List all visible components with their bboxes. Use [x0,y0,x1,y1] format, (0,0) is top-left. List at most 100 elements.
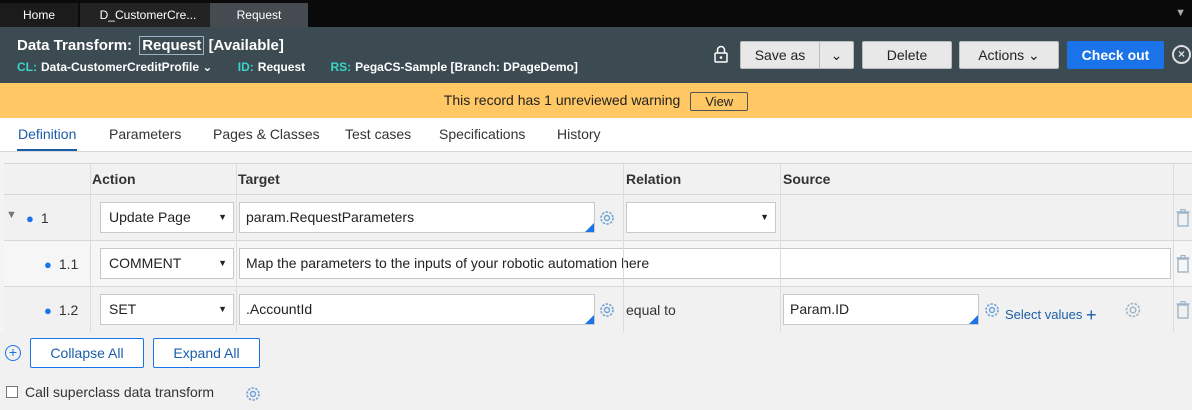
delete-row-icon[interactable] [1176,301,1190,319]
select-values-text: Select values [1005,307,1083,322]
dropdown-arrow-icon: ▼ [218,258,227,268]
target-input-value: param.RequestParameters [246,209,415,225]
bullet-icon: ● [26,211,34,226]
call-superclass-label: Call superclass data transform [25,384,215,400]
relation-text: equal to [626,302,676,318]
lock-icon [714,45,728,63]
save-as-dropdown[interactable]: ⌄ [819,42,853,68]
cl-value[interactable]: Data-CustomerCreditProfile ⌄ [41,60,212,74]
tab-specifications[interactable]: Specifications [439,118,525,151]
row-number: ● 1.1 [44,256,78,272]
save-as-label: Save as [754,47,806,63]
action-select[interactable]: SET ▼ [100,294,234,325]
delete-button[interactable]: Delete [862,41,952,69]
tab-test-cases[interactable]: Test cases [345,118,411,151]
chevron-down-icon: ⌄ [1028,47,1040,63]
action-select[interactable]: Update Page ▼ [100,202,234,233]
tab-request[interactable]: Request [210,3,308,27]
row-number: ● 1.2 [44,302,78,318]
target-input[interactable]: param.RequestParameters [239,202,595,233]
chevron-down-icon: ⌄ [830,47,843,63]
record-meta: CL: Data-CustomerCreditProfile ⌄ ID: Reque… [17,60,600,74]
autocomplete-corner-icon [585,223,594,232]
column-header-source: Source [783,171,831,187]
id-value: Request [257,60,306,74]
tab-home[interactable]: Home [0,3,78,27]
target-gear-icon[interactable] [598,209,616,227]
call-superclass-checkbox[interactable] [6,386,18,398]
view-warning-button[interactable]: View [690,91,749,111]
warning-text: This record has 1 unreviewed warning [443,92,681,108]
data-transform-grid: Action Target Relation Source ▼ ● 1 Updat… [4,163,1192,333]
tab-definition[interactable]: Definition [17,118,78,151]
cl-label: CL: [17,60,37,74]
column-header-relation: Relation [626,171,682,187]
tab-history[interactable]: History [557,118,601,151]
tab-d-customer-credit[interactable]: D_CustomerCre... [80,3,216,27]
save-as-button[interactable]: Save as ⌄ [740,41,854,69]
record-header: Data Transform: Request [Available] CL: D… [0,27,1192,83]
target-input[interactable]: .AccountId [239,294,595,325]
dropdown-arrow-icon: ▼ [218,304,227,314]
record-status: [Available] [208,37,284,54]
column-header-target: Target [238,171,280,187]
source-gear-icon[interactable] [983,301,1001,319]
row-number-text: 1 [40,210,49,226]
dropdown-arrow-icon: ▼ [218,212,227,222]
column-divider [236,164,237,332]
action-select-value: COMMENT [109,255,182,271]
grid-header-row: Action Target Relation Source [4,164,1192,195]
chevron-down-icon: ⌄ [202,60,213,74]
tab-parameters[interactable]: Parameters [109,118,181,151]
action-select-value: Update Page [109,209,191,225]
record-type-label: Data Transform: [17,37,133,54]
row-number: ● 1 [26,210,49,226]
id-label: ID: [237,60,254,74]
actions-button[interactable]: Actions ⌄ [959,41,1059,69]
target-gear-icon[interactable] [598,301,616,319]
delete-row-icon[interactable] [1176,209,1190,227]
autocomplete-corner-icon [969,315,978,324]
page-title: Data Transform: Request [Available] [17,36,284,55]
grid-footer: + Collapse All Expand All Call superclas… [0,332,1192,410]
superclass-gear-icon[interactable] [244,385,262,403]
column-divider [1173,164,1174,332]
source-input[interactable]: Param.ID [783,294,979,325]
rule-form-tabs: Definition Parameters Pages & Classes Te… [0,118,1192,152]
close-icon[interactable]: × [1172,45,1191,64]
collapse-all-button[interactable]: Collapse All [30,338,144,368]
row-number-text: 1.1 [58,256,79,272]
tab-pages-classes[interactable]: Pages & Classes [213,118,320,151]
expand-all-button[interactable]: Expand All [153,338,260,368]
action-select-value: SET [109,301,137,317]
relation-select[interactable]: ▼ [626,202,776,233]
autocomplete-corner-icon [585,315,594,324]
table-row: ▼ ● 1 Update Page ▼ param.RequestParameter… [4,195,1192,241]
add-row-icon[interactable]: + [5,345,21,361]
cl-value-text: Data-CustomerCreditProfile [41,60,200,74]
bullet-icon: ● [44,257,52,272]
actions-label: Actions [978,47,1025,63]
column-divider [780,164,781,332]
select-values-link[interactable]: Select values + [1005,305,1096,326]
row-number-text: 1.2 [58,302,79,318]
rs-label: RS: [330,60,352,74]
table-row: ● 1.2 SET ▼ .AccountId equal to Param.ID S… [4,287,1192,333]
tab-overflow-chevron-icon[interactable]: ▼ [1175,7,1186,19]
table-row: ● 1.1 COMMENT ▼ Map the parameters to the … [4,241,1192,287]
bullet-icon: ● [44,303,52,318]
plus-icon: + [1085,305,1097,325]
source-input-value: Param.ID [790,301,850,317]
warning-banner: This record has 1 unreviewed warning Vie… [0,83,1192,118]
check-out-button[interactable]: Check out [1067,41,1164,69]
comment-input-value: Map the parameters to the inputs of your… [246,255,650,271]
comment-input[interactable]: Map the parameters to the inputs of your… [239,248,1171,279]
document-tab-bar: Home D_CustomerCre... Request ▼ [0,0,1192,27]
collapse-row-icon[interactable]: ▼ [6,209,17,221]
action-select[interactable]: COMMENT ▼ [100,248,234,279]
column-divider [623,164,624,332]
delete-row-icon[interactable] [1176,255,1190,273]
column-divider [90,164,91,332]
settings-gear-icon[interactable] [1124,301,1142,319]
record-name[interactable]: Request [139,36,205,55]
